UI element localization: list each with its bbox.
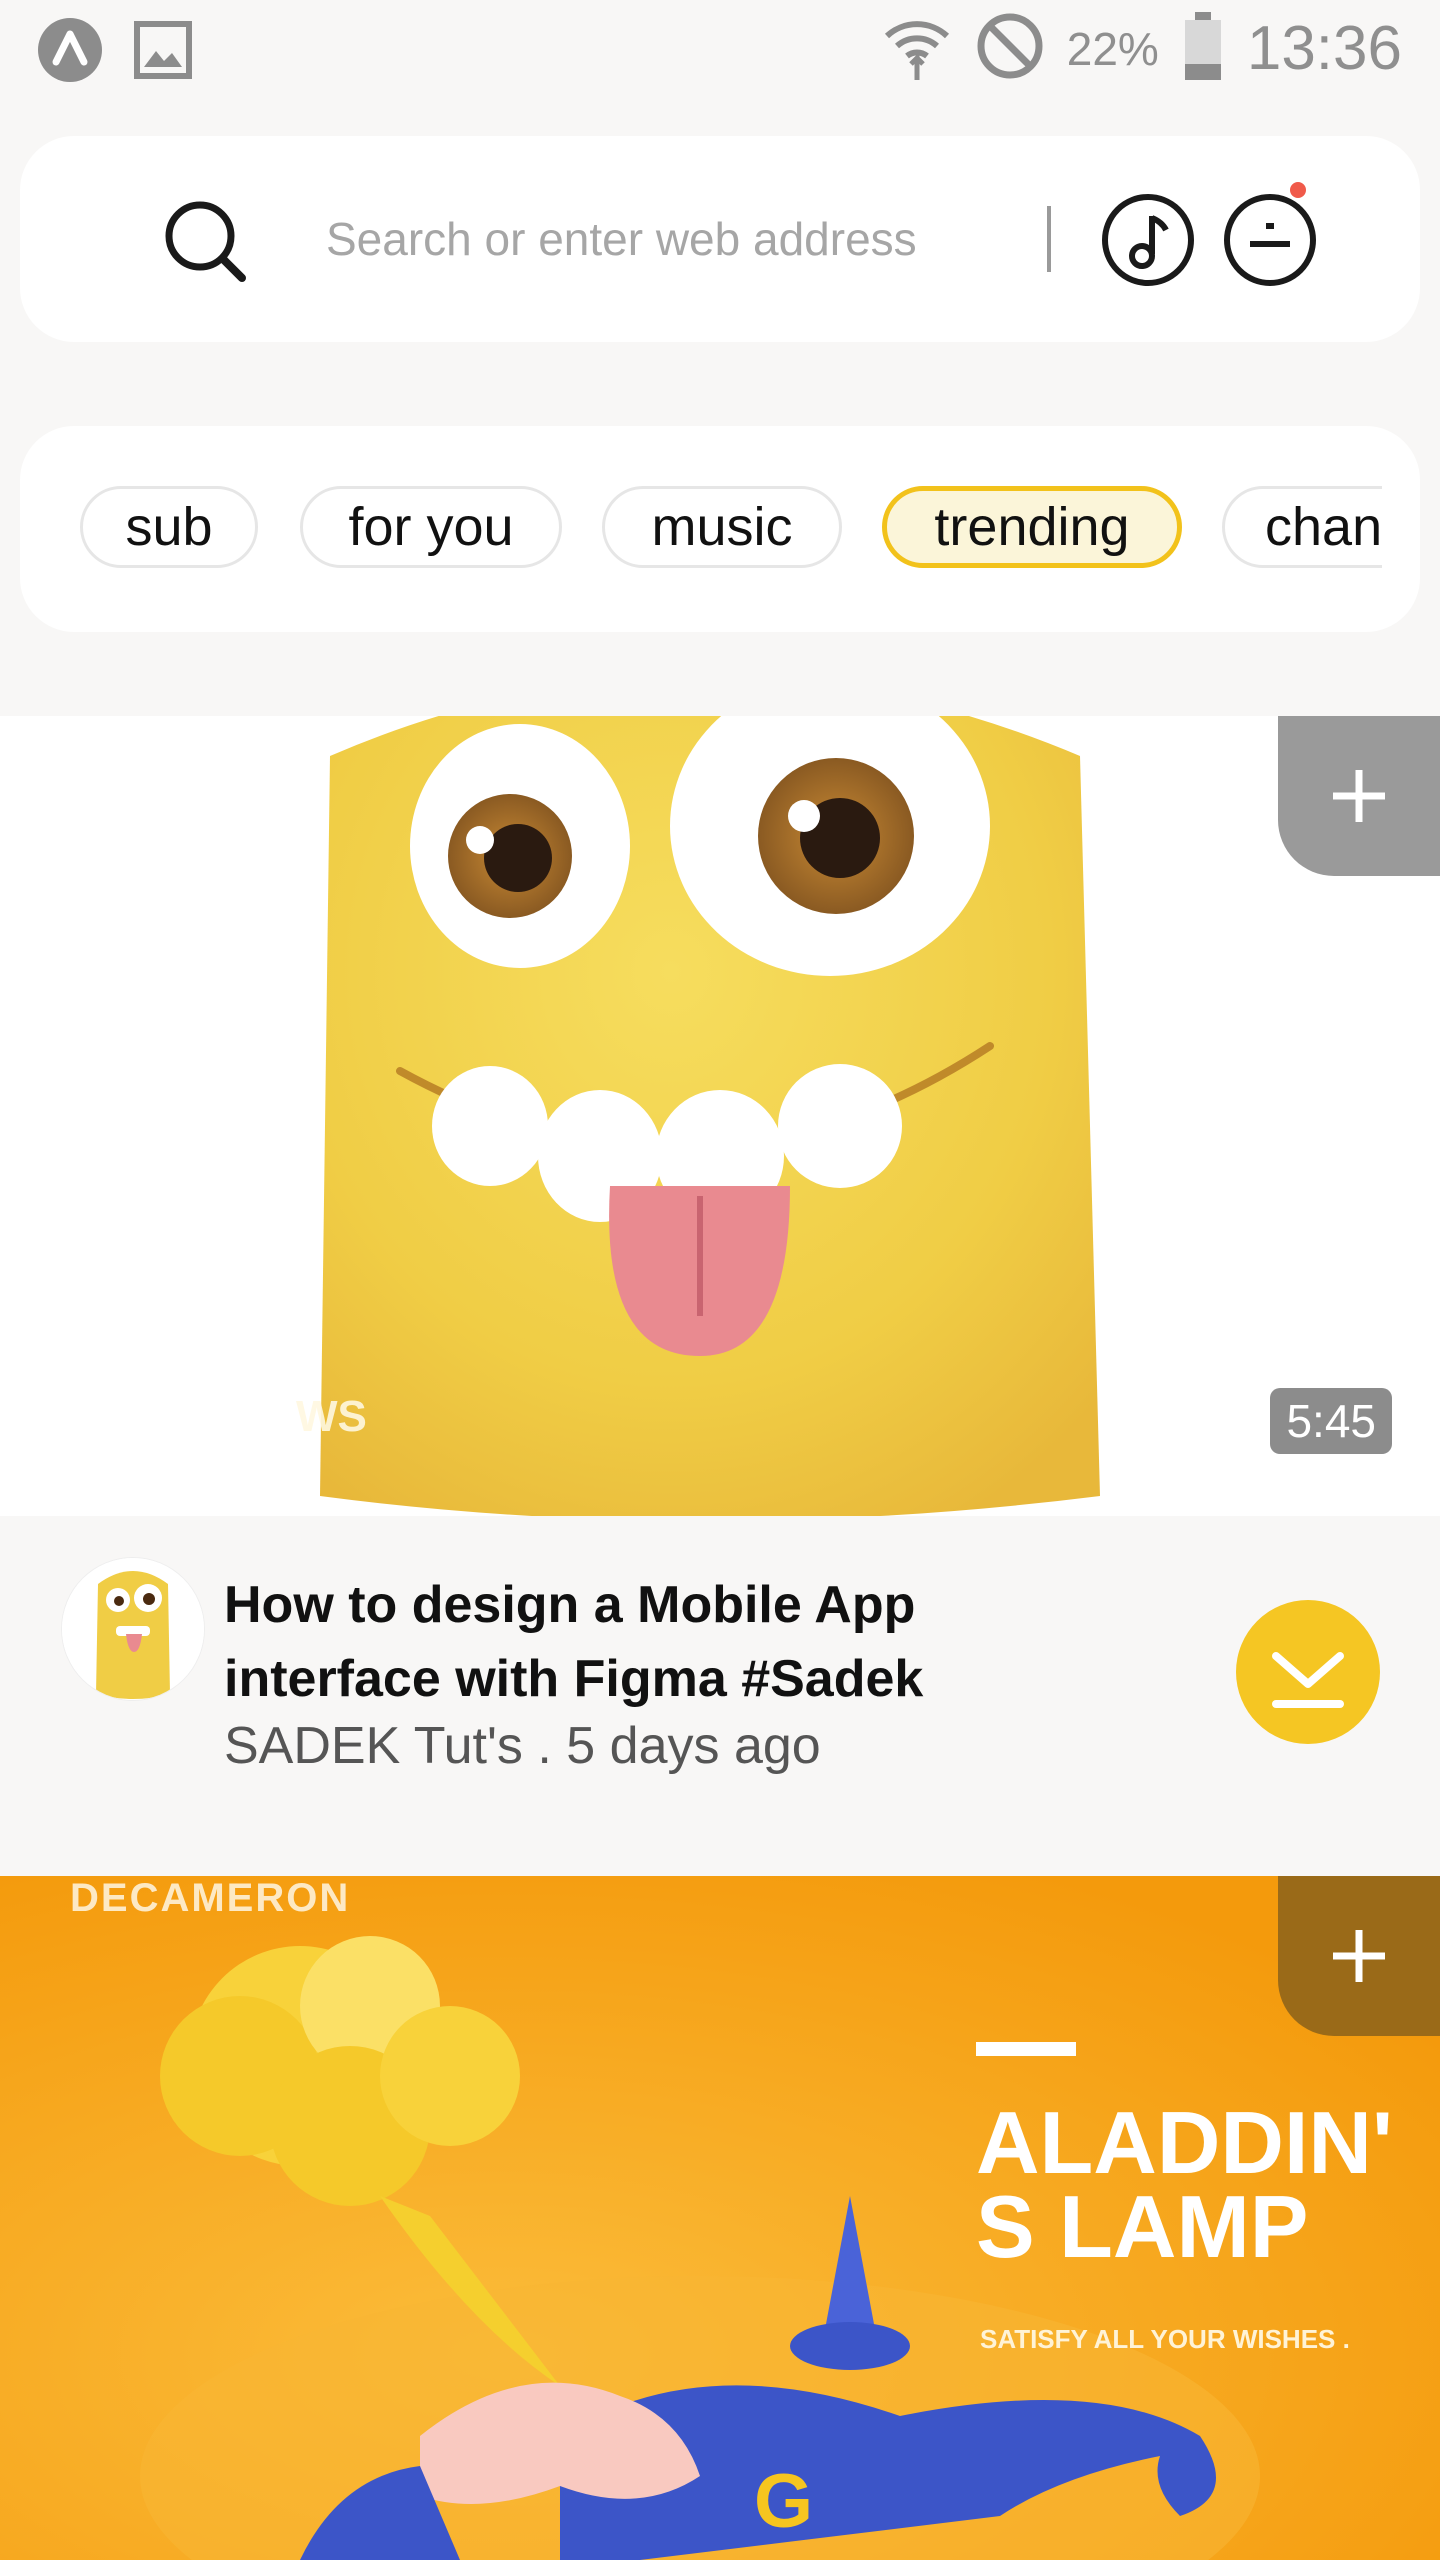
music-button[interactable] bbox=[1100, 192, 1196, 288]
battery-percentage: 22% bbox=[1066, 22, 1159, 75]
character-illustration bbox=[320, 716, 1100, 1516]
plus-icon bbox=[1333, 770, 1385, 822]
do-not-disturb-icon bbox=[975, 11, 1045, 86]
minus-circle-icon bbox=[1224, 194, 1316, 286]
chip-sub[interactable]: sub bbox=[80, 486, 258, 568]
music-note-icon bbox=[1102, 194, 1194, 286]
channel-name[interactable]: SADEK Tut's bbox=[224, 1717, 523, 1775]
search-bar bbox=[20, 136, 1420, 342]
video-thumbnail[interactable]: DECAMERON ALADDIN' S LAMP SATISFY ALL YO… bbox=[0, 1876, 1440, 2560]
status-bar: 22% 13:36 bbox=[0, 0, 1440, 100]
thumbnail-tagline: SATISFY ALL YOUR WISHES . bbox=[980, 2324, 1350, 2354]
search-icon[interactable] bbox=[162, 198, 248, 289]
banner-dash bbox=[976, 2042, 1076, 2056]
channel-avatar[interactable] bbox=[62, 1558, 204, 1700]
avatar-image bbox=[62, 1558, 204, 1700]
add-to-playlist-button[interactable] bbox=[1278, 1876, 1440, 2036]
thumbnail-top-text: DECAMERON bbox=[70, 1876, 351, 1920]
thumbnail-title-line2: S LAMP bbox=[976, 2177, 1309, 2276]
plus-icon bbox=[1333, 1930, 1385, 1982]
thumbnail-title-line1: ALADDIN' bbox=[976, 2093, 1393, 2192]
image-notification-icon bbox=[134, 21, 192, 84]
download-button[interactable] bbox=[1236, 1600, 1380, 1744]
wifi-icon bbox=[881, 10, 953, 87]
menu-button[interactable] bbox=[1222, 192, 1318, 288]
notification-dot bbox=[1290, 182, 1306, 198]
chip-music[interactable]: music bbox=[602, 486, 842, 568]
app-notification-icon bbox=[36, 16, 104, 89]
search-input[interactable] bbox=[326, 196, 1006, 282]
video-thumbnail[interactable]: WS 5:45 bbox=[0, 716, 1440, 1516]
lamp-letter: G bbox=[754, 2459, 814, 2544]
upload-age: 5 days ago bbox=[566, 1717, 821, 1775]
video-duration: 5:45 bbox=[1270, 1388, 1392, 1454]
battery-icon bbox=[1181, 10, 1225, 87]
meta-separator: . bbox=[537, 1717, 552, 1775]
category-chips: sub for you music trending chan bbox=[20, 426, 1420, 632]
video-meta: SADEK Tut's . 5 days ago bbox=[224, 1716, 821, 1776]
download-icon bbox=[1272, 1652, 1344, 1708]
search-divider bbox=[1047, 206, 1051, 272]
chip-trending[interactable]: trending bbox=[882, 486, 1182, 568]
chips-scroller[interactable]: sub for you music trending chan bbox=[20, 426, 1382, 632]
chip-for-you[interactable]: for you bbox=[300, 486, 562, 568]
thumbnail-text: WS bbox=[296, 1392, 367, 1441]
video-title[interactable]: How to design a Mobile App interface wit… bbox=[224, 1568, 1024, 1716]
clock: 13:36 bbox=[1246, 14, 1402, 83]
chip-channels[interactable]: chan bbox=[1222, 486, 1382, 568]
video-info[interactable]: How to design a Mobile App interface wit… bbox=[0, 1516, 1440, 1876]
add-to-playlist-button[interactable] bbox=[1278, 716, 1440, 876]
